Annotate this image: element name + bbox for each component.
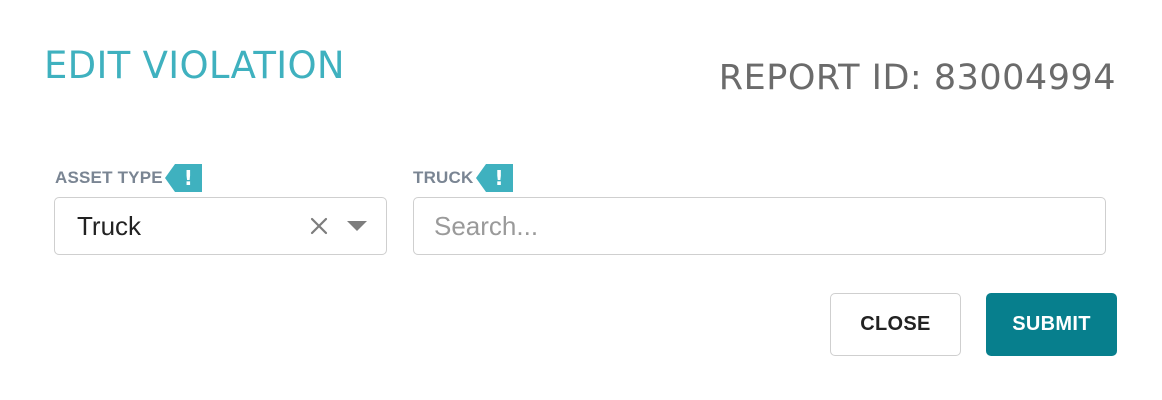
asset-type-selected-value: Truck [77, 210, 142, 241]
truck-label-row: TRUCK ! [413, 164, 513, 192]
truck-label: TRUCK [413, 168, 474, 187]
truck-required-badge: ! [475, 164, 513, 192]
asset-type-select[interactable]: Truck [54, 197, 387, 255]
caret-down-icon[interactable] [346, 215, 368, 237]
report-id: REPORT ID: 83004994 [718, 58, 1116, 98]
close-button[interactable]: CLOSE [830, 293, 961, 356]
clear-icon[interactable] [308, 215, 330, 237]
asset-type-label: ASSET TYPE [55, 168, 163, 187]
asset-type-label-row: ASSET TYPE ! [55, 164, 202, 192]
modal-title: EDIT VIOLATION [44, 44, 345, 87]
truck-search-input[interactable] [413, 197, 1106, 255]
asset-type-required-badge: ! [164, 164, 202, 192]
submit-button[interactable]: SUBMIT [986, 293, 1117, 356]
